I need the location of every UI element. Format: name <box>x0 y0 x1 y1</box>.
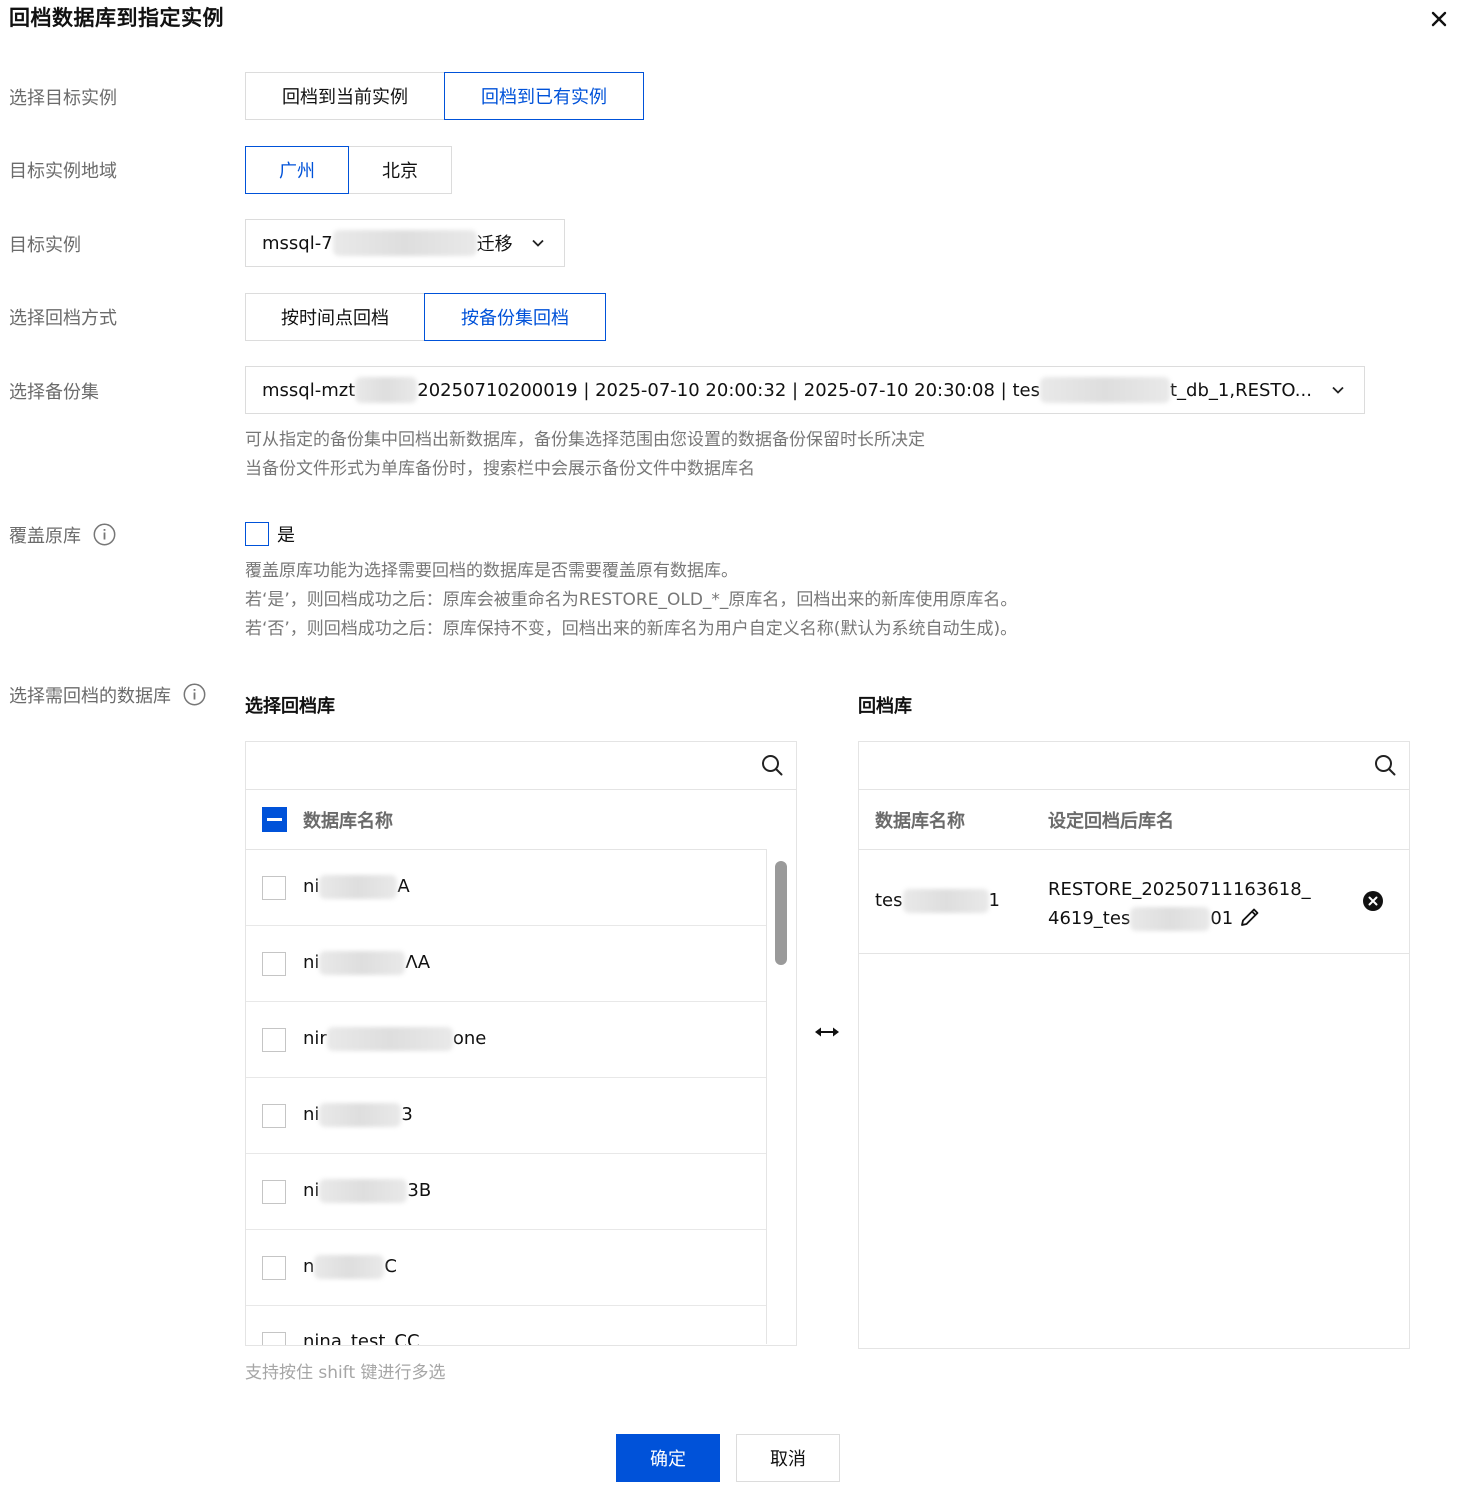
multi-select-hint: 支持按住 shift 键进行多选 <box>245 1363 446 1383</box>
list-item[interactable]: nir one <box>246 1002 766 1078</box>
option-region-guangzhou[interactable]: 广州 <box>245 146 349 194</box>
list-item[interactable]: nC <box>246 1230 766 1306</box>
confirm-button[interactable]: 确定 <box>616 1434 720 1482</box>
edit-pencil-icon[interactable] <box>1239 906 1261 928</box>
overwrite-checkbox[interactable] <box>245 522 269 546</box>
redacted-text <box>319 875 398 899</box>
overwrite-hint: 覆盖原库功能为选择需要回档的数据库是否需要覆盖原有数据库。 若‘是’，则回档成功… <box>245 561 1018 639</box>
redacted-text <box>1039 377 1170 403</box>
target-instance-type-switch: 回档到当前实例 回档到已有实例 <box>245 72 644 120</box>
source-table-header: 数据库名称 <box>246 790 796 850</box>
db-checkbox[interactable] <box>262 876 286 900</box>
cancel-button[interactable]: 取消 <box>736 1434 840 1482</box>
redacted-text <box>355 377 418 403</box>
target-search-row <box>859 742 1409 790</box>
transfer-arrows-icon <box>815 1027 839 1037</box>
source-list-scrollbar[interactable] <box>766 849 796 1344</box>
target-instance-type-label: 选择目标实例 <box>9 88 117 109</box>
db-checkbox[interactable] <box>262 952 286 976</box>
list-item[interactable]: ni ΛA <box>246 926 766 1002</box>
redacted-text <box>319 1179 408 1203</box>
region-label: 目标实例地域 <box>9 161 117 182</box>
target-panel-title: 回档库 <box>858 696 912 717</box>
backup-set-value-prefix: mssql-mzt <box>262 379 356 401</box>
source-search-row <box>246 742 796 790</box>
option-rollback-existing-instance[interactable]: 回档到已有实例 <box>444 72 644 120</box>
target-db-row: tes 1 RESTORE_20250711163618_ 4619_tes 01 <box>859 850 1409 954</box>
backup-set-label: 选择备份集 <box>9 382 99 403</box>
dialog-title: 回档数据库到指定实例 <box>9 6 224 30</box>
remove-circle-icon[interactable] <box>1362 890 1384 912</box>
option-rollback-by-backup[interactable]: 按备份集回档 <box>424 293 606 341</box>
db-checkbox[interactable] <box>262 1256 286 1280</box>
redacted-text <box>314 1255 385 1279</box>
close-icon[interactable] <box>1426 6 1452 32</box>
list-item[interactable]: ni A <box>246 850 766 926</box>
target-instance-label: 目标实例 <box>9 235 81 256</box>
target-search-input[interactable] <box>859 742 1359 788</box>
backup-set-value-suffix: t_db_1,RESTO... <box>1169 379 1312 401</box>
rollback-mode-label: 选择回档方式 <box>9 308 117 329</box>
target-instance-select[interactable]: mssql-7 迁移 <box>245 219 565 267</box>
rollback-mode-switch: 按时间点回档 按备份集回档 <box>245 293 606 341</box>
target-instance-value-suffix: 迁移 <box>476 234 513 255</box>
target-instance-value-prefix: mssql-7 <box>262 232 333 254</box>
select-all-checkbox[interactable] <box>262 807 287 832</box>
option-region-beijing[interactable]: 北京 <box>348 146 452 194</box>
chevron-down-icon <box>532 239 544 247</box>
source-panel: 数据库名称 ni A ni ΛA nir one ni 3 ni 3B nC nina <box>245 741 797 1346</box>
target-panel: 数据库名称 设定回档后库名 tes 1 RESTORE_2025071116361… <box>858 741 1410 1349</box>
source-panel-title: 选择回档库 <box>245 696 335 717</box>
list-item[interactable]: ni 3B <box>246 1154 766 1230</box>
redacted-text <box>902 889 989 913</box>
list-item[interactable]: nina_test_CC <box>246 1306 766 1345</box>
target-db-name: tes 1 <box>875 889 1000 913</box>
option-rollback-by-time[interactable]: 按时间点回档 <box>245 293 425 341</box>
db-checkbox[interactable] <box>262 1104 286 1128</box>
source-column-name: 数据库名称 <box>303 811 393 832</box>
target-table-header: 数据库名称 设定回档后库名 <box>859 790 1409 850</box>
target-column-new-name: 设定回档后库名 <box>1048 811 1174 832</box>
overwrite-checkbox-label: 是 <box>277 525 295 546</box>
info-icon[interactable] <box>93 523 116 546</box>
source-search-input[interactable] <box>246 742 746 788</box>
redacted-text <box>319 1103 402 1127</box>
redacted-text <box>319 951 406 975</box>
region-switch: 广州 北京 <box>245 146 452 194</box>
db-checkbox[interactable] <box>262 1180 286 1204</box>
redacted-text <box>332 230 477 256</box>
backup-set-hint: 可从指定的备份集中回档出新数据库，备份集选择范围由您设置的数据备份保留时长所决定… <box>245 430 925 479</box>
chevron-down-icon <box>1332 386 1344 394</box>
db-checkbox[interactable] <box>262 1028 286 1052</box>
db-checkbox[interactable] <box>262 1332 286 1345</box>
source-db-list: ni A ni ΛA nir one ni 3 ni 3B nC nina_test_CC <box>246 850 766 1345</box>
scrollbar-thumb[interactable] <box>775 861 787 965</box>
target-column-name: 数据库名称 <box>875 811 965 832</box>
backup-set-select[interactable]: mssql-mzt 20250710200019 | 2025-07-10 20… <box>245 366 1365 414</box>
redacted-text <box>326 1027 453 1051</box>
search-icon[interactable] <box>760 753 784 777</box>
databases-label: 选择需回档的数据库 <box>9 682 206 708</box>
target-db-new-name: RESTORE_20250711163618_ 4619_tes 01 <box>1048 879 1311 931</box>
info-icon[interactable] <box>183 683 206 706</box>
option-rollback-current-instance[interactable]: 回档到当前实例 <box>245 72 445 120</box>
overwrite-label: 覆盖原库 <box>9 522 116 548</box>
redacted-text <box>1130 907 1211 931</box>
list-item[interactable]: ni 3 <box>246 1078 766 1154</box>
backup-set-value-middle: 20250710200019 | 2025-07-10 20:00:32 | 2… <box>417 379 1040 401</box>
search-icon[interactable] <box>1373 753 1397 777</box>
